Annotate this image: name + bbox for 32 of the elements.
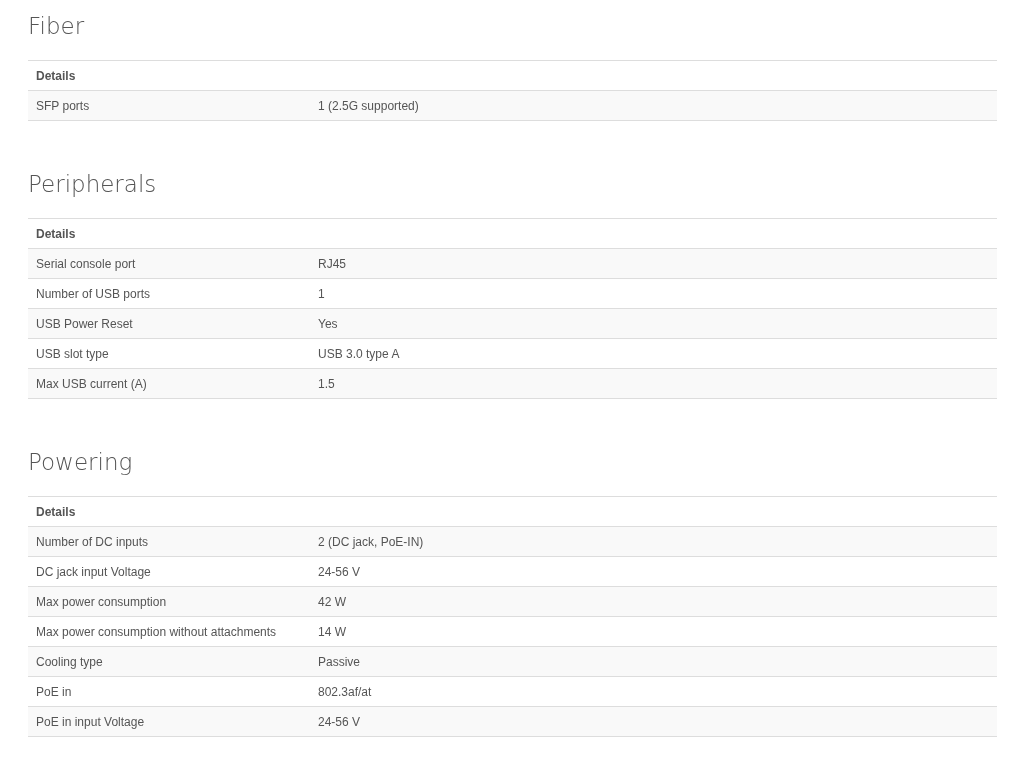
spec-value: RJ45	[318, 256, 346, 271]
spec-label: USB Power Reset	[36, 316, 133, 331]
spec-value: USB 3.0 type A	[318, 346, 400, 361]
spec-label: Max USB current (A)	[36, 376, 147, 391]
section-heading: Powering	[28, 448, 133, 477]
spec-value: 802.3af/at	[318, 684, 372, 699]
spec-label: PoE in	[36, 684, 72, 699]
spec-value: 14 W	[318, 624, 346, 639]
spec-value: Yes	[318, 316, 338, 331]
spec-value: 1	[318, 286, 325, 301]
spec-label: Number of USB ports	[36, 286, 151, 301]
table-header: Details	[36, 504, 76, 519]
spec-value: 24-56 V	[318, 714, 361, 729]
spec-value: 42 W	[318, 594, 346, 609]
spec-value: 2 (DC jack, PoE-IN)	[318, 534, 424, 549]
spec-label: PoE in input Voltage	[36, 714, 145, 729]
section-heading: Peripherals	[28, 170, 157, 199]
spec-label: Number of DC inputs	[36, 534, 149, 549]
table-header: Details	[36, 68, 76, 83]
spec-label: Cooling type	[36, 654, 103, 669]
section-heading: Fiber	[28, 12, 85, 41]
spec-label: USB slot type	[36, 346, 109, 361]
spec-label: SFP ports	[36, 98, 90, 113]
table-header: Details	[36, 226, 76, 241]
spec-value: 1.5	[318, 376, 335, 391]
spec-label: Max power consumption	[36, 594, 167, 609]
spec-value: Passive	[318, 654, 361, 669]
spec-label: Serial console port	[36, 256, 136, 271]
spec-value: 24-56 V	[318, 564, 361, 579]
spec-label: Max power consumption without attachments	[36, 624, 277, 639]
spec-value: 1 (2.5G supported)	[318, 98, 419, 113]
spec-label: DC jack input Voltage	[36, 564, 151, 579]
